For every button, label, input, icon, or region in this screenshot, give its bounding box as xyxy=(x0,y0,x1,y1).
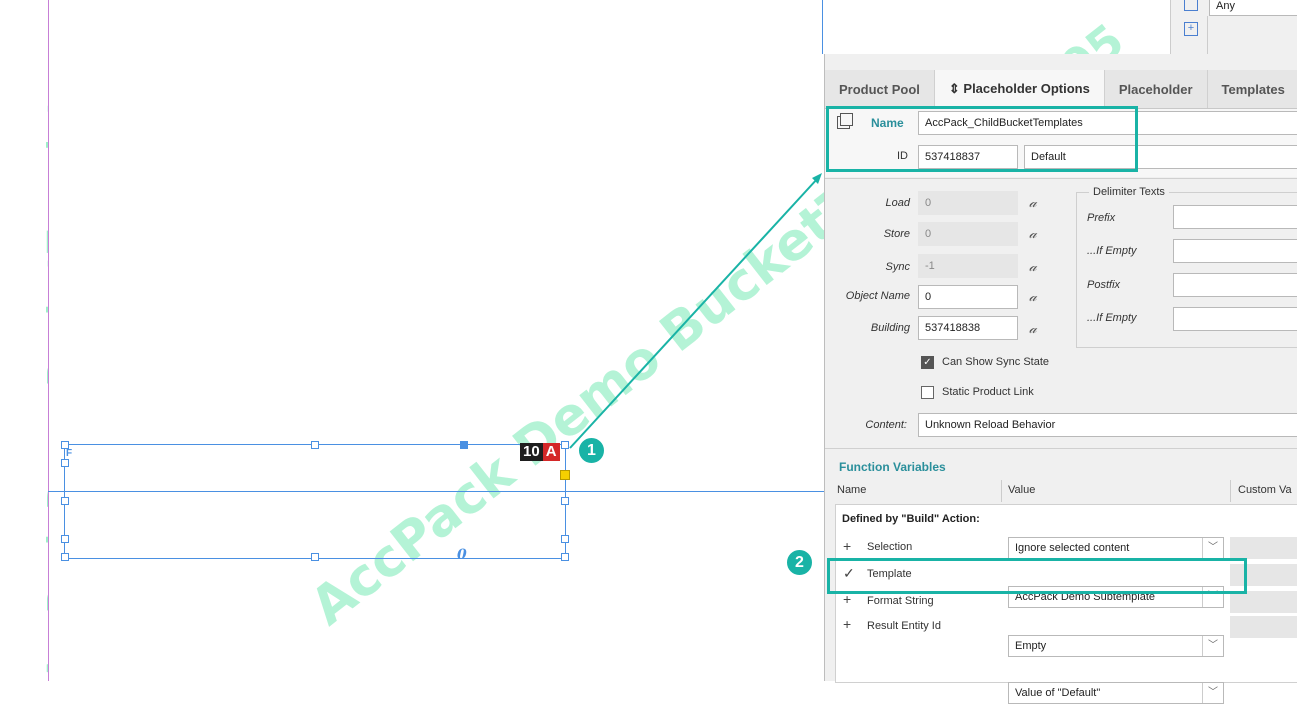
can-show-sync-label: Can Show Sync State xyxy=(942,356,1050,368)
highlight-box-identity xyxy=(826,106,1138,172)
column-divider xyxy=(1230,480,1231,502)
tab-placeholder-options[interactable]: ⇕ Placeholder Options xyxy=(934,70,1105,108)
col-value-header: Value xyxy=(1008,484,1036,496)
custom-value-cell[interactable] xyxy=(1230,591,1297,613)
load-label: Load xyxy=(885,197,910,209)
var-value-select[interactable]: Ignore selected content ﹀ xyxy=(1008,537,1224,559)
column-divider xyxy=(1001,480,1002,502)
chevron-down-icon: ﹀ xyxy=(1202,636,1223,656)
filter-select[interactable]: Any xyxy=(1209,0,1297,16)
row-icon[interactable]: + xyxy=(843,616,851,632)
script-pen-icon[interactable]: 𝒶 xyxy=(1029,259,1037,275)
delimiter-title: Delimiter Texts xyxy=(1089,186,1169,198)
tab-templates[interactable]: Templates xyxy=(1208,70,1297,108)
separator xyxy=(825,448,1297,449)
building-label: Building xyxy=(870,322,910,334)
script-pen-icon[interactable]: 𝒶 xyxy=(1029,226,1037,242)
sync-field: -1 xyxy=(918,254,1018,278)
var-value: Empty xyxy=(1015,640,1047,652)
col-name-header: Name xyxy=(837,484,867,496)
custom-value-cell[interactable] xyxy=(1230,537,1297,559)
properties-panel: Product Pool ⇕ Placeholder Options Place… xyxy=(824,54,1297,704)
sync-label: Sync xyxy=(885,261,910,273)
load-field: 0 xyxy=(918,191,1018,215)
can-show-sync-checkbox[interactable]: ✓ xyxy=(921,356,934,369)
callout-one: 1 xyxy=(577,436,606,465)
var-name: Selection xyxy=(867,541,913,553)
bracket-icon xyxy=(1184,0,1198,11)
var-name: Result Entity Id xyxy=(867,620,941,632)
building-field[interactable]: 537418838 xyxy=(918,316,1018,340)
custom-value-cell[interactable] xyxy=(1230,616,1297,638)
var-value: Ignore selected content xyxy=(1015,542,1130,554)
row-icon[interactable]: + xyxy=(843,538,851,554)
divider xyxy=(1207,16,1208,54)
script-pen-icon[interactable]: 𝒶 xyxy=(1029,289,1037,305)
store-field: 0 xyxy=(918,222,1018,246)
var-name: Format String xyxy=(867,595,934,607)
if-empty-label: ...If Empty xyxy=(1087,245,1137,257)
var-value-select[interactable]: Value of "Default" ﹀ xyxy=(1008,682,1224,704)
var-value: Value of "Default" xyxy=(1015,687,1101,699)
top-filter-panel: Any + xyxy=(1170,0,1297,54)
tab-product-pool[interactable]: Product Pool xyxy=(825,70,935,108)
store-label: Store xyxy=(883,228,910,240)
postfix-label: Postfix xyxy=(1087,279,1121,291)
function-variables-title: Function Variables xyxy=(839,460,946,474)
prefix-if-empty-field[interactable] xyxy=(1173,239,1297,263)
col-custom-header: Custom Va xyxy=(1238,484,1292,496)
chevron-down-icon: ﹀ xyxy=(1202,538,1223,558)
group-header: Defined by "Build" Action: xyxy=(842,513,980,525)
content-label: Content: xyxy=(865,419,907,431)
separator xyxy=(825,178,1297,179)
callout-two: 2 xyxy=(785,548,814,577)
if-empty-label: ...If Empty xyxy=(1087,312,1137,324)
postfix-field[interactable] xyxy=(1173,273,1297,297)
var-value-select[interactable]: Empty ﹀ xyxy=(1008,635,1224,657)
prefix-field[interactable] xyxy=(1173,205,1297,229)
panel-tabs: Product Pool ⇕ Placeholder Options Place… xyxy=(825,70,1297,109)
expand-icon[interactable]: + xyxy=(1184,22,1198,36)
highlight-box-template xyxy=(827,558,1247,594)
object-name-label: Object Name xyxy=(845,290,910,302)
postfix-if-empty-field[interactable] xyxy=(1173,307,1297,331)
script-pen-icon[interactable]: 𝒶 xyxy=(1029,321,1037,337)
chevron-down-icon: ﹀ xyxy=(1202,683,1223,703)
object-name-field[interactable]: 0 xyxy=(918,285,1018,309)
prefix-label: Prefix xyxy=(1087,212,1116,224)
tab-placeholder[interactable]: Placeholder xyxy=(1105,70,1208,108)
content-field[interactable]: Unknown Reload Behavior xyxy=(918,413,1297,437)
static-product-link-label: Static Product Link xyxy=(942,386,1034,398)
script-pen-icon[interactable]: 𝒶 xyxy=(1029,195,1037,211)
static-product-link-checkbox[interactable] xyxy=(921,386,934,399)
